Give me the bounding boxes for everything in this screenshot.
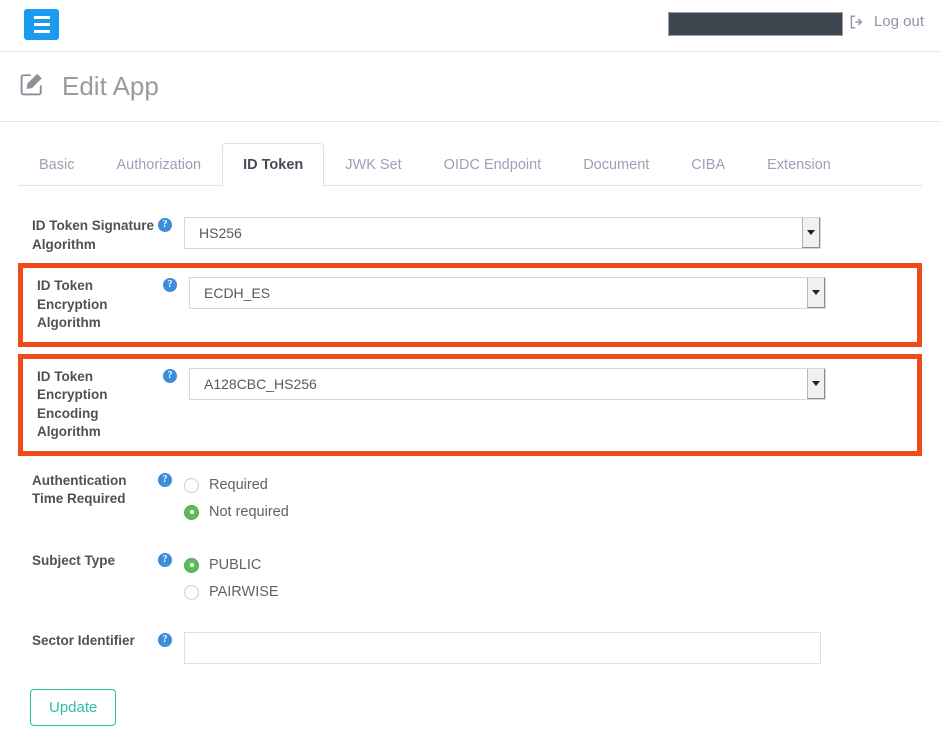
- hamburger-menu-icon[interactable]: [24, 9, 59, 40]
- help-icon-wrapper: ?: [158, 217, 184, 232]
- select-value: ECDH_ES: [204, 285, 271, 301]
- page-header: Edit App: [0, 52, 940, 122]
- field-id-token-signature-algorithm: ID Token Signature Algorithm ? HS256: [18, 208, 922, 263]
- field-control: Required Not required: [184, 472, 922, 526]
- radio-label: PAIRWISE: [209, 584, 279, 600]
- field-control: HS256: [184, 217, 922, 249]
- help-icon-wrapper: ?: [158, 552, 184, 567]
- field-label: ID Token Signature Algorithm: [32, 218, 155, 252]
- tab-jwk-set[interactable]: JWK Set: [324, 143, 422, 186]
- field-sector-identifier: Sector Identifier ?: [18, 606, 922, 664]
- help-icon[interactable]: ?: [163, 368, 177, 383]
- hamburger-bar: [33, 16, 50, 19]
- redacted-account-field: [668, 12, 843, 36]
- radio-auth-time-not-required[interactable]: Not required: [184, 499, 908, 526]
- page-title: Edit App: [62, 71, 159, 101]
- chevron-down-icon[interactable]: [802, 218, 820, 248]
- radio-button-selected[interactable]: [184, 504, 199, 520]
- help-icon[interactable]: ?: [163, 278, 177, 292]
- radio-button[interactable]: [184, 477, 199, 493]
- field-label: Subject Type: [32, 552, 116, 568]
- sign-out-icon: [849, 14, 865, 30]
- sector-identifier-input[interactable]: [184, 631, 821, 664]
- radio-button-selected[interactable]: [184, 557, 199, 573]
- field-control: [184, 631, 922, 664]
- hamburger-bar: [33, 30, 50, 33]
- field-label: ID Token Encryption Encoding Algorithm: [37, 368, 108, 440]
- tab-oidc-endpoint[interactable]: OIDC Endpoint: [423, 143, 563, 186]
- help-icon-wrapper: ?: [158, 472, 184, 487]
- field-authentication-time-required: Authentication Time Required ? Required …: [18, 456, 922, 526]
- radio-label: PUBLIC: [209, 557, 262, 573]
- edit-square-icon: [18, 70, 46, 103]
- tab-id-token[interactable]: ID Token: [222, 143, 325, 186]
- field-control: A128CBC_HS256: [189, 367, 917, 400]
- logout-link[interactable]: Log out: [849, 13, 924, 30]
- help-icon[interactable]: ?: [158, 218, 172, 232]
- field-label: Sector Identifier: [32, 632, 135, 648]
- select-value: HS256: [199, 225, 242, 241]
- update-button[interactable]: Update: [30, 688, 117, 726]
- radio-subject-type-pairwise[interactable]: PAIRWISE: [184, 579, 908, 606]
- help-icon[interactable]: ?: [158, 632, 172, 647]
- signature-algorithm-select[interactable]: HS256: [184, 217, 821, 249]
- tab-authorization[interactable]: Authorization: [95, 143, 222, 186]
- field-id-token-encryption-encoding-algorithm: ID Token Encryption Encoding Algorithm ?…: [23, 367, 917, 442]
- field-label: ID Token Encryption Algorithm: [37, 278, 108, 330]
- radio-label: Required: [209, 477, 268, 493]
- top-navigation-bar: Log out: [0, 0, 940, 52]
- highlight-box-encryption-algorithm: ID Token Encryption Algorithm ? ECDH_ES: [18, 263, 922, 347]
- tab-document[interactable]: Document: [562, 143, 670, 186]
- hamburger-bar: [33, 23, 50, 26]
- help-icon[interactable]: ?: [158, 472, 172, 487]
- id-token-form: ID Token Signature Algorithm ? HS256 ID …: [0, 186, 940, 726]
- chevron-down-icon[interactable]: [807, 278, 825, 308]
- select-value: A128CBC_HS256: [204, 375, 317, 392]
- field-subject-type: Subject Type ? PUBLIC PAIRWISE: [18, 526, 922, 606]
- help-icon-wrapper: ?: [163, 368, 189, 383]
- logout-label: Log out: [873, 13, 924, 30]
- radio-auth-time-required[interactable]: Required: [184, 472, 908, 499]
- help-icon-wrapper: ?: [158, 632, 184, 647]
- field-label: Authentication Time Required: [32, 472, 127, 507]
- field-control: ECDH_ES: [189, 277, 917, 309]
- help-icon-wrapper: ?: [163, 277, 189, 292]
- field-control: PUBLIC PAIRWISE: [184, 552, 922, 606]
- help-icon[interactable]: ?: [158, 552, 172, 567]
- tab-basic[interactable]: Basic: [18, 143, 95, 186]
- tab-bar: Basic Authorization ID Token JWK Set OID…: [18, 143, 922, 186]
- radio-button[interactable]: [184, 584, 199, 600]
- encryption-encoding-algorithm-select[interactable]: A128CBC_HS256: [189, 367, 826, 400]
- highlight-box-encryption-encoding-algorithm: ID Token Encryption Encoding Algorithm ?…: [18, 353, 922, 456]
- field-id-token-encryption-algorithm: ID Token Encryption Algorithm ? ECDH_ES: [23, 277, 917, 333]
- encryption-algorithm-select[interactable]: ECDH_ES: [189, 277, 826, 309]
- tab-extension[interactable]: Extension: [746, 143, 852, 186]
- radio-label: Not required: [209, 504, 289, 520]
- radio-subject-type-public[interactable]: PUBLIC: [184, 552, 908, 579]
- tab-ciba[interactable]: CIBA: [670, 143, 746, 186]
- chevron-down-icon[interactable]: [807, 368, 825, 399]
